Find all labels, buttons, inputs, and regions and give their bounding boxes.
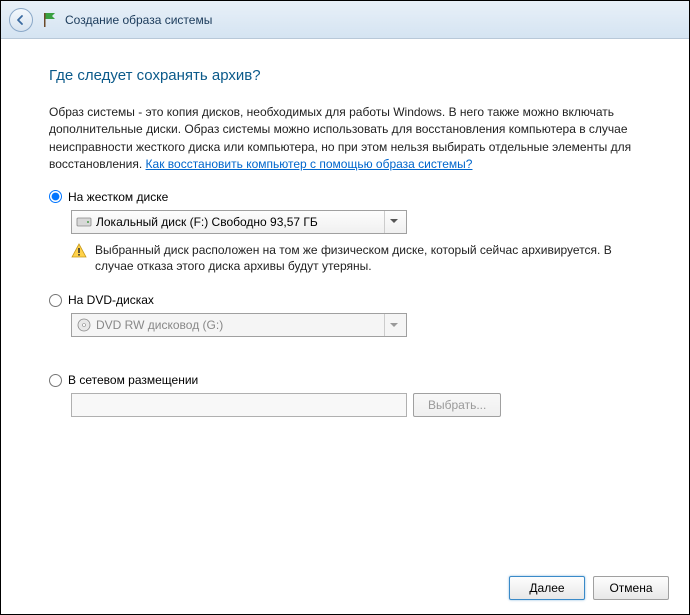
radio-dvd-label: На DVD-дисках <box>68 293 154 307</box>
hdd-controls: Локальный диск (F:) Свободно 93,57 ГБ Вы… <box>71 210 641 276</box>
backup-flag-icon <box>41 11 59 29</box>
browse-button[interactable]: Выбрать... <box>413 393 501 417</box>
dvd-selected-value: DVD RW дисковод (G:) <box>96 318 384 332</box>
arrow-left-icon <box>15 14 27 26</box>
back-button[interactable] <box>9 8 33 32</box>
hdd-drive-dropdown[interactable]: Локальный диск (F:) Свободно 93,57 ГБ <box>71 210 407 234</box>
page-heading: Где следует сохранять архив? <box>49 67 641 84</box>
system-image-wizard: Создание образа системы Где следует сохр… <box>1 1 689 614</box>
radio-hdd-label: На жестком диске <box>68 190 168 204</box>
radio-network[interactable] <box>49 374 62 387</box>
chevron-down-icon <box>384 211 402 233</box>
hard-drive-icon <box>76 214 92 230</box>
radio-hdd-row[interactable]: На жестком диске <box>49 190 641 204</box>
help-link[interactable]: Как восстановить компьютер с помощью обр… <box>146 157 473 171</box>
radio-hdd[interactable] <box>49 190 62 203</box>
warning-icon <box>71 243 87 259</box>
content-area: Где следует сохранять архив? Образ систе… <box>1 39 689 562</box>
cancel-button[interactable]: Отмена <box>593 576 669 600</box>
hdd-warning: Выбранный диск расположен на том же физи… <box>71 242 641 276</box>
window-title: Создание образа системы <box>65 13 212 27</box>
dvd-controls: DVD RW дисковод (G:) <box>71 313 641 337</box>
dvd-drive-icon <box>76 317 92 333</box>
next-button[interactable]: Далее <box>509 576 585 600</box>
option-network: В сетевом размещении Выбрать... <box>49 373 641 417</box>
hdd-warning-text: Выбранный диск расположен на том же физи… <box>95 242 641 276</box>
titlebar: Создание образа системы <box>1 1 689 39</box>
dvd-drive-dropdown[interactable]: DVD RW дисковод (G:) <box>71 313 407 337</box>
network-controls: Выбрать... <box>71 393 641 417</box>
network-path-input[interactable] <box>71 393 407 417</box>
option-dvd: На DVD-дисках DVD RW дисковод (G:) <box>49 293 641 337</box>
radio-network-label: В сетевом размещении <box>68 373 198 387</box>
hdd-selected-value: Локальный диск (F:) Свободно 93,57 ГБ <box>96 215 384 229</box>
chevron-down-icon <box>384 314 402 336</box>
radio-dvd-row[interactable]: На DVD-дисках <box>49 293 641 307</box>
option-hdd: На жестком диске Локальный диск (F:) Сво… <box>49 190 641 276</box>
radio-dvd[interactable] <box>49 294 62 307</box>
radio-network-row[interactable]: В сетевом размещении <box>49 373 641 387</box>
footer: Далее Отмена <box>1 562 689 614</box>
description-text: Образ системы - это копия дисков, необхо… <box>49 104 641 174</box>
